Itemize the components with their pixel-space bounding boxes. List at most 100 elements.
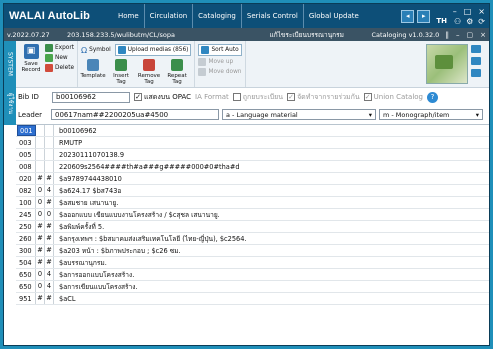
union-catalog-checkbox[interactable]: ✓ Union Catalog bbox=[363, 93, 423, 101]
indicator-1-field[interactable]: 0 bbox=[36, 281, 45, 292]
gear-icon[interactable]: ⚙ bbox=[466, 17, 473, 26]
minimize-button[interactable]: – bbox=[453, 7, 457, 16]
user-icon[interactable]: ⚇ bbox=[454, 17, 461, 26]
marc-row[interactable]: 008 220609s2564####th#a###g#####000#0#tha… bbox=[16, 161, 489, 173]
marc-tag-field[interactable]: 003 bbox=[17, 137, 36, 148]
marc-value-field[interactable]: $aการออกแบบโครงสร้าง. bbox=[54, 269, 134, 280]
marc-row[interactable]: 650 0 4 $aการออกแบบโครงสร้าง. bbox=[16, 269, 489, 281]
indicator-1-field[interactable] bbox=[36, 161, 45, 172]
marc-row[interactable]: 250 # # $aพิมพ์ครั้งที่ 5. bbox=[16, 221, 489, 233]
refresh-icon[interactable]: ⟳ bbox=[478, 17, 485, 26]
marc-tag-field[interactable]: 020 bbox=[17, 173, 36, 184]
marc-value-field[interactable]: $aกรุงเทพฯ : $bสมาคมส่งเสริมเทคโนโลยี (ไ… bbox=[54, 233, 247, 244]
indicator-1-field[interactable]: 0 bbox=[36, 269, 45, 280]
opac-checkbox[interactable]: ✓ แสดงบน OPAC bbox=[134, 92, 191, 103]
marc-tag-field[interactable]: 250 bbox=[17, 221, 36, 232]
marc-tag-field[interactable]: 082 bbox=[17, 185, 36, 196]
marc-row[interactable]: 504 # # $aบรรณานุกรม. bbox=[16, 257, 489, 269]
marc-row[interactable]: 003 RMUTP bbox=[16, 137, 489, 149]
marc-value-field[interactable]: $aการเขียนแบบโครงสร้าง. bbox=[54, 281, 138, 292]
indicator-1-field[interactable]: # bbox=[36, 245, 45, 256]
delete-button[interactable]: Delete bbox=[45, 64, 74, 72]
marc-value-field[interactable]: $a9789744438010 bbox=[54, 175, 122, 183]
marc-tag-field[interactable]: 650 bbox=[17, 281, 36, 292]
panel-close-button[interactable]: × bbox=[480, 31, 486, 39]
marc-row[interactable]: 100 0 # $aสมชาย เสนานายู. bbox=[16, 197, 489, 209]
language-toggle[interactable]: TH bbox=[434, 17, 449, 26]
pin-icon[interactable]: ‖ bbox=[446, 31, 450, 39]
marc-tag-field[interactable]: 951 bbox=[17, 293, 36, 304]
marc-tag-field[interactable]: 504 bbox=[17, 257, 36, 268]
indicator-1-field[interactable]: 0 bbox=[36, 209, 45, 220]
marc-value-field[interactable]: $aCL bbox=[54, 295, 76, 303]
marc-row[interactable]: 245 0 0 $aออกแบบ เขียนแบบงานโครงสร้าง / $cส… bbox=[16, 209, 489, 221]
marc-value-field[interactable]: $aบรรณานุกรม. bbox=[54, 257, 107, 268]
indicator-2-field[interactable]: # bbox=[45, 173, 54, 184]
book-cover-thumbnail[interactable] bbox=[426, 44, 468, 84]
marc-value-field[interactable]: $a624.17 $bส743อ bbox=[54, 185, 121, 196]
marc-row[interactable]: 005 20230111070138.9 bbox=[16, 149, 489, 161]
indicator-1-field[interactable]: # bbox=[36, 173, 45, 184]
calendar-icon[interactable] bbox=[471, 57, 481, 65]
panel-minimize-button[interactable]: – bbox=[456, 31, 460, 39]
indicator-2-field[interactable] bbox=[45, 149, 54, 160]
indicator-2-field[interactable]: # bbox=[45, 197, 54, 208]
side-tab[interactable]: SYSTEM ผู้ใช้งาน bbox=[4, 41, 16, 125]
move-down-button[interactable]: Move down bbox=[198, 68, 241, 76]
indicator-2-field[interactable]: 0 bbox=[45, 209, 54, 220]
marc-value-field[interactable]: $aพิมพ์ครั้งที่ 5. bbox=[54, 221, 104, 232]
marc-row[interactable]: 260 # # $aกรุงเทพฯ : $bสมาคมส่งเสริมเทคโนโล… bbox=[16, 233, 489, 245]
save-record-button[interactable]: ▣ Save Record bbox=[19, 44, 43, 73]
marc-value-field[interactable]: 220609s2564####th#a###g#####000#0#tha#d bbox=[54, 163, 240, 171]
indicator-2-field[interactable] bbox=[45, 137, 54, 148]
nav-serials-control[interactable]: Serials Control bbox=[240, 4, 303, 28]
marc-row[interactable]: 650 0 4 $aการเขียนแบบโครงสร้าง. bbox=[16, 281, 489, 293]
record-type-select[interactable]: a - Language material ▾ bbox=[222, 109, 376, 120]
move-up-button[interactable]: Move up bbox=[198, 58, 241, 66]
indicator-2-field[interactable] bbox=[45, 161, 54, 172]
marc-tag-field[interactable]: 008 bbox=[17, 161, 36, 172]
panel-maximize-button[interactable]: ▢ bbox=[467, 31, 474, 39]
shared-checkbox[interactable]: ✓ จัดทำจากรายร่วมกัน bbox=[287, 92, 360, 103]
marc-tag-field[interactable]: 001 bbox=[17, 125, 36, 136]
marc-value-field[interactable]: 20230111070138.9 bbox=[54, 151, 124, 159]
bib-id-field[interactable]: b00106962 bbox=[52, 91, 130, 103]
indicator-1-field[interactable] bbox=[36, 137, 45, 148]
marc-row[interactable]: 082 0 4 $a624.17 $bส743อ bbox=[16, 185, 489, 197]
leader-field[interactable]: 00617nam##2200205ua#4500 bbox=[51, 109, 219, 120]
next-icon[interactable]: ▸ bbox=[417, 9, 431, 23]
marc-value-field[interactable]: RMUTP bbox=[54, 139, 82, 147]
repeat-tag-button[interactable]: Repeat Tag bbox=[165, 59, 189, 85]
nav-global-update[interactable]: Global Update bbox=[302, 4, 364, 28]
marc-value-field[interactable]: $aสมชาย เสนานายู. bbox=[54, 197, 118, 208]
nav-cataloging[interactable]: Cataloging bbox=[192, 4, 241, 28]
marc-row[interactable]: 001 b00106962 bbox=[16, 125, 489, 137]
export-button[interactable]: Export bbox=[45, 44, 74, 52]
indicator-2-field[interactable]: 4 bbox=[45, 269, 54, 280]
filter-icon[interactable] bbox=[471, 45, 481, 53]
prev-icon[interactable]: ◂ bbox=[401, 9, 415, 23]
indicator-2-field[interactable]: # bbox=[45, 221, 54, 232]
marc-tag-field[interactable]: 650 bbox=[17, 269, 36, 280]
indicator-2-field[interactable]: # bbox=[45, 257, 54, 268]
marc-tag-field[interactable]: 100 bbox=[17, 197, 36, 208]
marc-row[interactable]: 951 # # $aCL bbox=[16, 293, 489, 305]
indicator-1-field[interactable]: 0 bbox=[36, 185, 45, 196]
indicator-2-field[interactable]: # bbox=[45, 293, 54, 304]
indicator-1-field[interactable]: 0 bbox=[36, 197, 45, 208]
record-owner-checkbox[interactable]: ถูกยบระเบียน bbox=[232, 92, 283, 103]
sort-auto-button[interactable]: Sort Auto bbox=[198, 44, 242, 56]
indicator-1-field[interactable] bbox=[36, 125, 45, 136]
template-button[interactable]: Template bbox=[81, 59, 106, 85]
insert-tag-button[interactable]: Insert Tag bbox=[109, 59, 133, 85]
marc-tag-field[interactable]: 245 bbox=[17, 209, 36, 220]
indicator-1-field[interactable] bbox=[36, 149, 45, 160]
indicator-2-field[interactable]: 4 bbox=[45, 185, 54, 196]
indicator-2-field[interactable]: 4 bbox=[45, 281, 54, 292]
indicator-1-field[interactable]: # bbox=[36, 293, 45, 304]
marc-tag-field[interactable]: 005 bbox=[17, 149, 36, 160]
upload-medias-button[interactable]: Upload medias (856) bbox=[114, 44, 192, 56]
nav-home[interactable]: Home bbox=[100, 4, 144, 28]
close-button[interactable]: × bbox=[478, 7, 485, 16]
indicator-2-field[interactable]: # bbox=[45, 233, 54, 244]
